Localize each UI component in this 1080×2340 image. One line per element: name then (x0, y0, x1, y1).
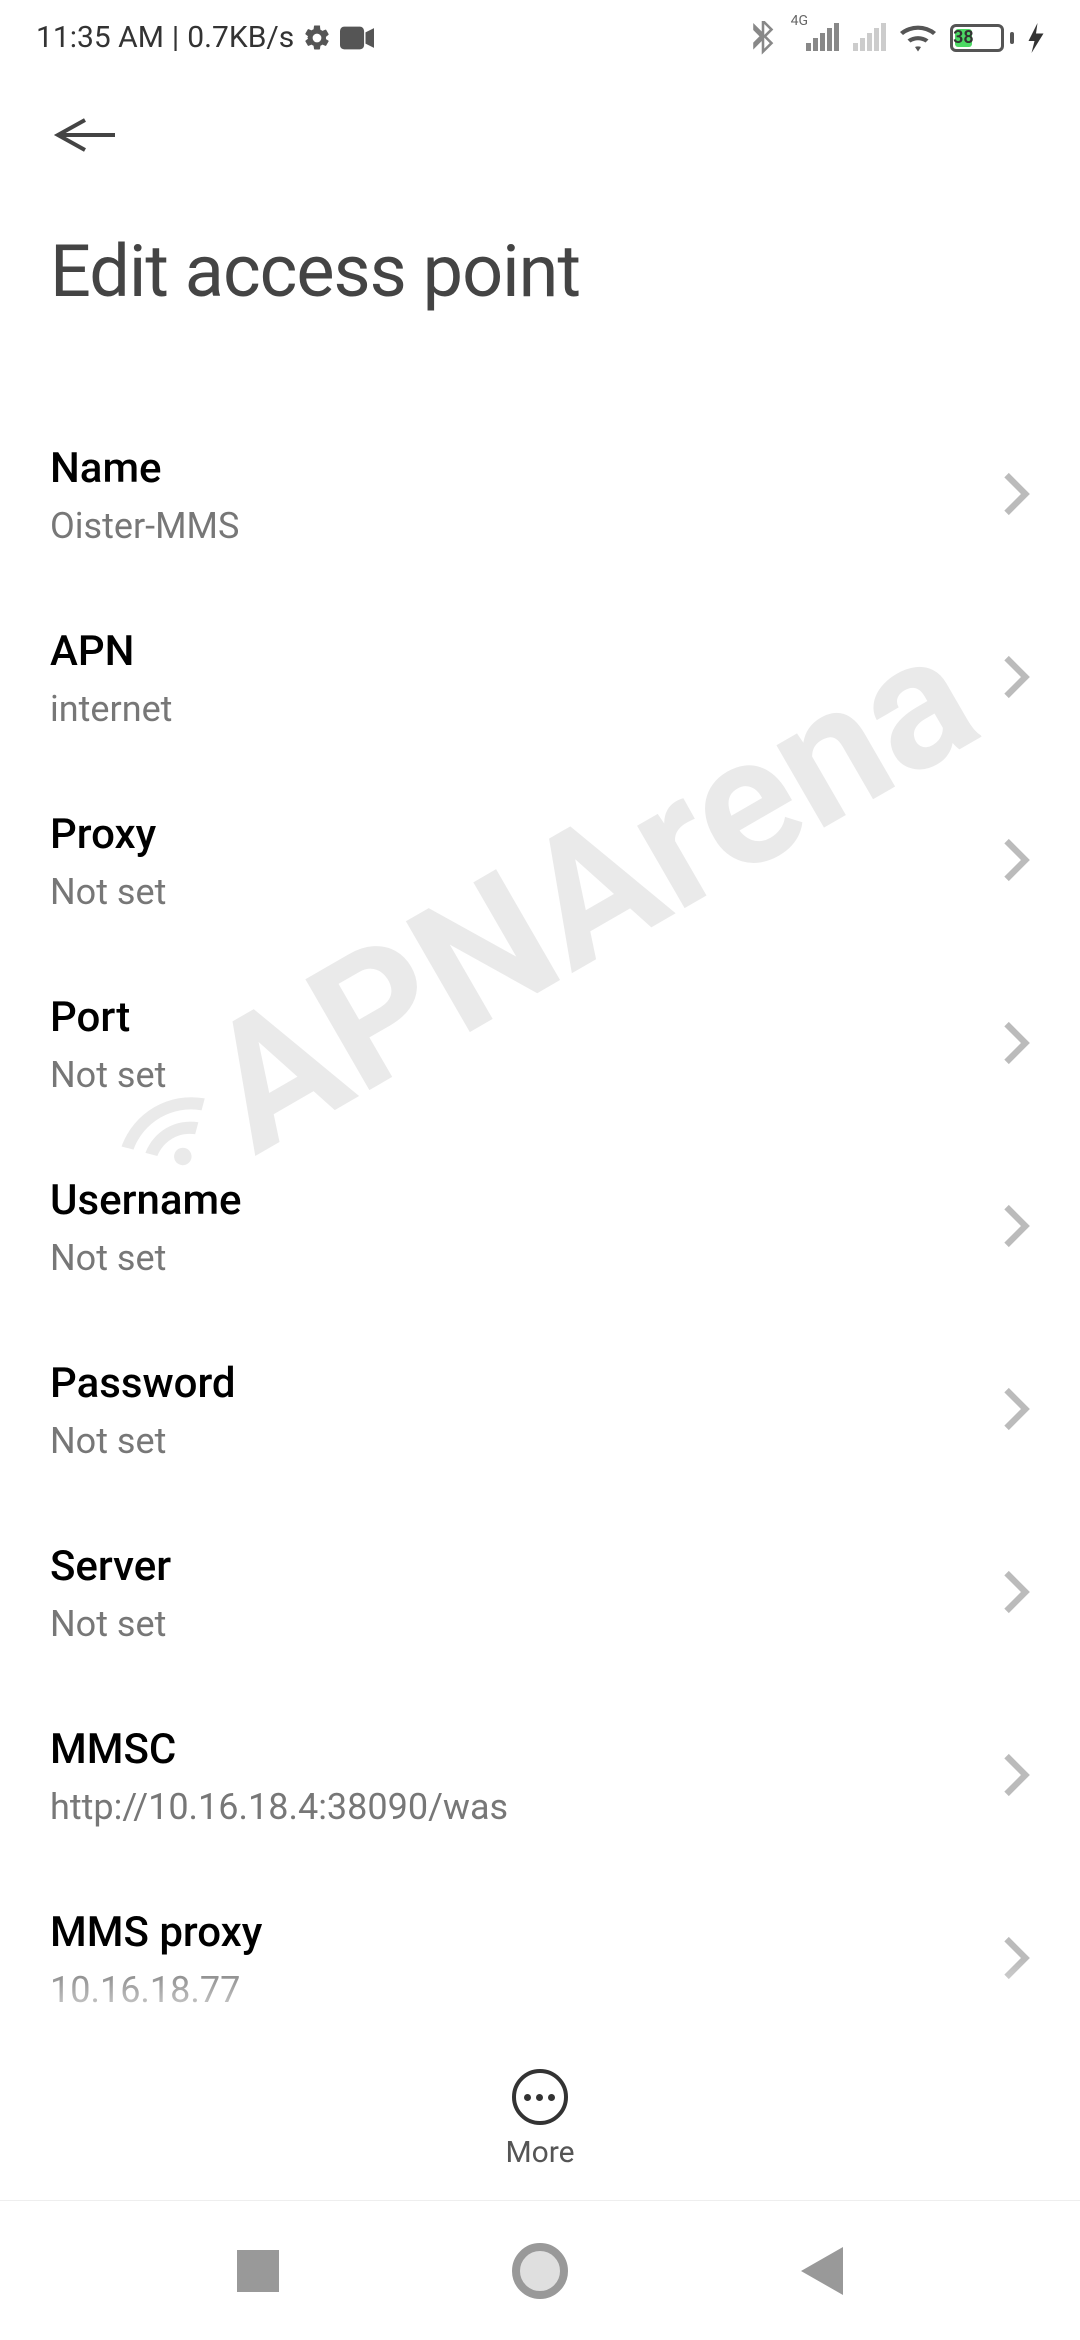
settings-list: Name Oister-MMS APN internet Proxy Not s… (0, 404, 1080, 2051)
network-indicator: 4G (791, 13, 808, 39)
setting-item-proxy[interactable]: Proxy Not set (50, 770, 1030, 953)
more-label: More (505, 2135, 574, 2170)
battery-level: 38 (955, 29, 972, 47)
setting-item-port[interactable]: Port Not set (50, 953, 1030, 1136)
chevron-right-icon (1002, 1570, 1030, 1618)
chevron-right-icon (1002, 472, 1030, 520)
chevron-right-icon (1002, 838, 1030, 886)
chevron-right-icon (1002, 1021, 1030, 1069)
setting-label: Password (50, 1359, 1002, 1408)
charging-icon (1028, 23, 1044, 53)
setting-label: Username (50, 1176, 1002, 1225)
setting-value: Not set (50, 1420, 1002, 1462)
chevron-right-icon (1002, 1387, 1030, 1435)
setting-label: Name (50, 444, 1002, 493)
navigation-bar (0, 2200, 1080, 2340)
setting-label: APN (50, 627, 1002, 676)
setting-label: MMSC (50, 1725, 1002, 1774)
setting-value: http://10.16.18.4:38090/was (50, 1786, 1002, 1828)
battery-icon: 38 (950, 24, 1014, 52)
setting-value: 10.16.18.77 (50, 1969, 1002, 2011)
setting-value: internet (50, 688, 1002, 730)
nav-recent-button[interactable] (237, 2250, 279, 2292)
setting-item-mms-proxy[interactable]: MMS proxy 10.16.18.77 (50, 1868, 1030, 2051)
more-button[interactable]: More (505, 2069, 574, 2170)
status-time: 11:35 AM (36, 20, 164, 55)
setting-item-password[interactable]: Password Not set (50, 1319, 1030, 1502)
setting-value: Not set (50, 1603, 1002, 1645)
gear-icon (302, 23, 332, 53)
status-right: 4G 38 (751, 21, 1044, 55)
setting-value: Not set (50, 871, 1002, 913)
more-icon (512, 2069, 568, 2125)
setting-item-apn[interactable]: APN internet (50, 587, 1030, 770)
setting-label: Port (50, 993, 1002, 1042)
chevron-right-icon (1002, 1204, 1030, 1252)
setting-value: Not set (50, 1054, 1002, 1096)
status-bar: 11:35 AM | 0.7KB/s 4G 38 (0, 0, 1080, 65)
chevron-right-icon (1002, 1936, 1030, 1984)
status-separator: | (172, 20, 179, 55)
signal-icon-secondary (853, 25, 886, 51)
bluetooth-icon (751, 21, 775, 55)
chevron-right-icon (1002, 655, 1030, 703)
back-button[interactable] (50, 105, 120, 169)
setting-label: Server (50, 1542, 1002, 1591)
header: Edit access point (0, 65, 1080, 314)
setting-label: MMS proxy (50, 1908, 1002, 1957)
bottom-actions: More (0, 2069, 1080, 2170)
setting-label: Proxy (50, 810, 1002, 859)
setting-value: Not set (50, 1237, 1002, 1279)
setting-item-server[interactable]: Server Not set (50, 1502, 1030, 1685)
page-title: Edit access point (50, 229, 1030, 314)
chevron-right-icon (1002, 1753, 1030, 1801)
setting-item-username[interactable]: Username Not set (50, 1136, 1030, 1319)
signal-icon (806, 25, 839, 51)
status-left: 11:35 AM | 0.7KB/s (36, 20, 374, 55)
camera-icon (340, 26, 374, 50)
setting-item-mmsc[interactable]: MMSC http://10.16.18.4:38090/was (50, 1685, 1030, 1868)
setting-item-name[interactable]: Name Oister-MMS (50, 404, 1030, 587)
status-data-rate: 0.7KB/s (187, 20, 294, 55)
wifi-icon (900, 24, 936, 52)
nav-back-button[interactable] (801, 2247, 843, 2295)
setting-value: Oister-MMS (50, 505, 1002, 547)
nav-home-button[interactable] (512, 2243, 568, 2299)
